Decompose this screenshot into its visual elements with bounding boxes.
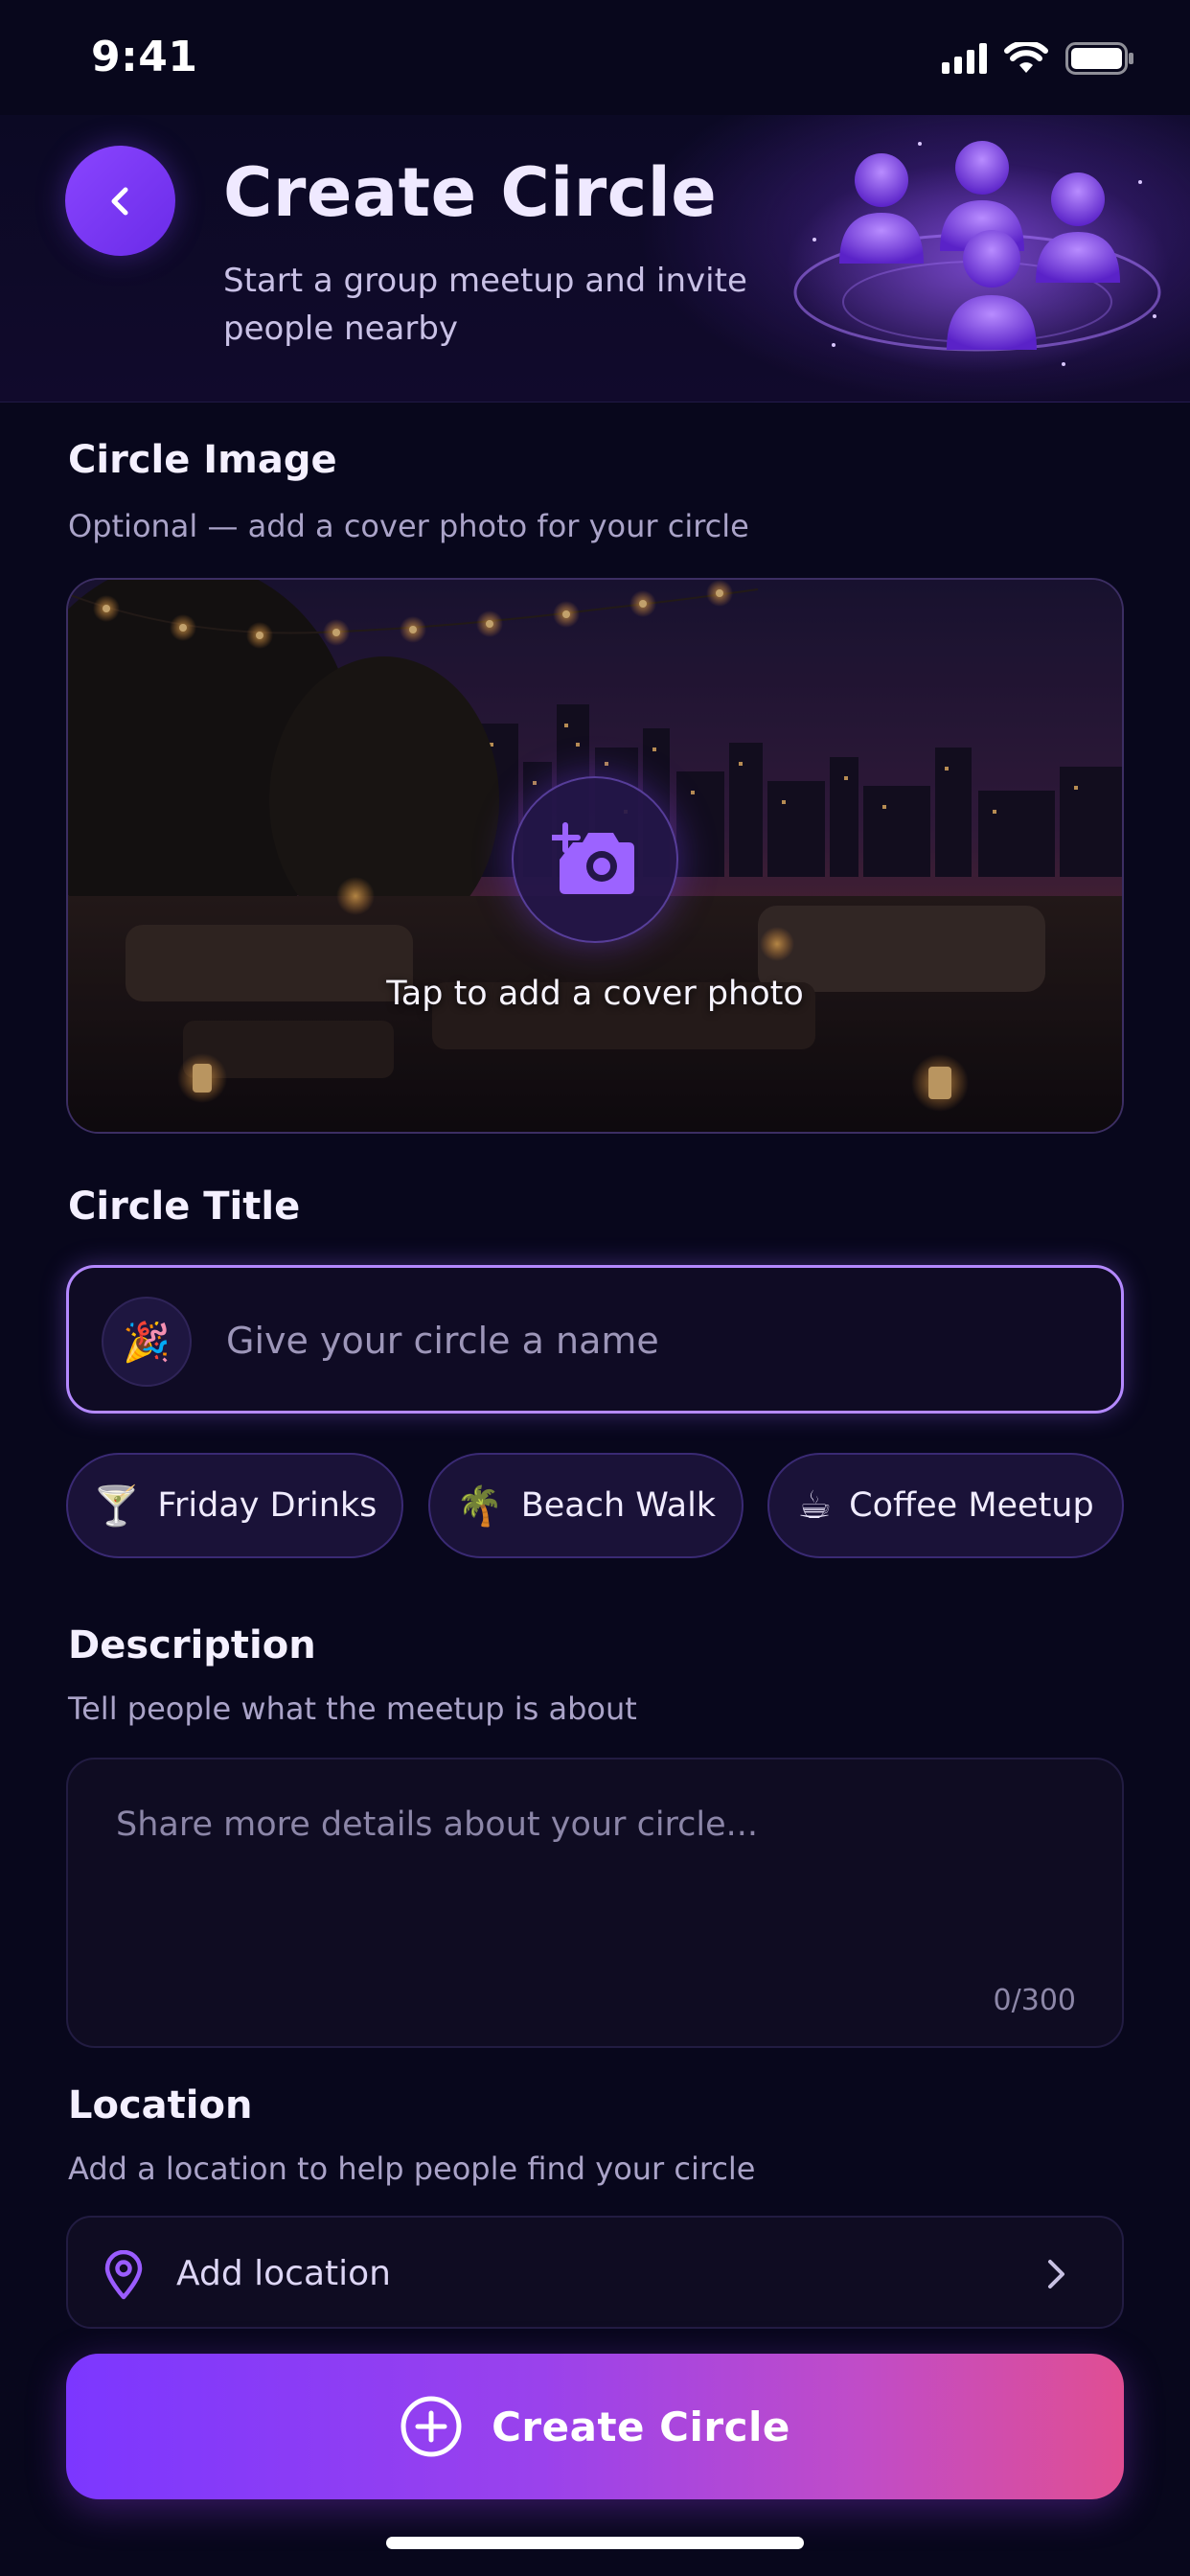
- add-location-row[interactable]: Add location: [66, 2216, 1124, 2329]
- description-textarea[interactable]: [116, 1806, 1084, 1978]
- cover-photo-picker[interactable]: Tap to add a cover photo: [66, 578, 1124, 1134]
- chip-label: Beach Walk: [520, 1486, 717, 1525]
- plus-circle-icon: [400, 2396, 462, 2457]
- description-heading: Description: [68, 1623, 316, 1668]
- location-heading: Location: [68, 2083, 253, 2128]
- battery-icon: [1065, 42, 1133, 75]
- chevron-left-icon: [111, 187, 127, 215]
- suggestion-chip-friday-drinks[interactable]: 🍸 Friday Drinks: [66, 1453, 403, 1558]
- add-location-label: Add location: [176, 2254, 391, 2293]
- cocktail-icon: 🍸: [92, 1484, 141, 1529]
- chip-label: Coffee Meetup: [849, 1486, 1094, 1525]
- create-circle-button-label: Create Circle: [492, 2403, 790, 2450]
- page-subtitle: Start a group meetup and invite people n…: [223, 262, 747, 348]
- wifi-icon: [1004, 42, 1048, 73]
- palm-tree-icon: 🌴: [455, 1484, 504, 1529]
- page-title: Create Circle: [223, 153, 718, 232]
- create-circle-button[interactable]: Create Circle: [66, 2354, 1124, 2499]
- camera-plus-icon: [552, 822, 634, 894]
- status-bar: 9:41: [0, 0, 1190, 115]
- character-counter: 0/300: [993, 1984, 1076, 2017]
- group-people-illustration: [786, 141, 1169, 374]
- coffee-icon: ☕: [797, 1484, 833, 1528]
- create-circle-screen: 9:41 Create Circle Start a group meetup …: [0, 0, 1190, 2576]
- status-time: 9:41: [91, 33, 198, 81]
- suggestion-chip-coffee-meetup[interactable]: ☕ Coffee Meetup: [767, 1453, 1124, 1558]
- description-field[interactable]: 0/300: [66, 1758, 1124, 2048]
- location-hint: Add a location to help people find your …: [68, 2150, 756, 2187]
- circle-image-hint: Optional — add a cover photo for your ci…: [68, 508, 749, 544]
- home-indicator[interactable]: [386, 2537, 804, 2549]
- description-hint: Tell people what the meetup is about: [68, 1690, 637, 1727]
- cellular-signal-icon: [942, 43, 987, 74]
- circle-title-heading: Circle Title: [68, 1184, 301, 1229]
- map-pin-icon: [104, 2250, 143, 2300]
- status-icons: [942, 42, 1134, 75]
- cover-photo-label: Tap to add a cover photo: [386, 975, 804, 1013]
- circle-image-heading: Circle Image: [68, 438, 337, 482]
- circle-title-input[interactable]: [226, 1304, 1069, 1376]
- party-popper-icon: 🎉: [102, 1297, 192, 1387]
- add-photo-button[interactable]: [512, 776, 678, 943]
- suggestion-chip-beach-walk[interactable]: 🌴 Beach Walk: [428, 1453, 744, 1558]
- chevron-right-icon: [1048, 2260, 1064, 2288]
- circle-title-field[interactable]: 🎉: [66, 1265, 1124, 1414]
- chip-label: Friday Drinks: [157, 1486, 378, 1525]
- back-button[interactable]: [65, 146, 175, 256]
- header: Create Circle Start a group meetup and i…: [0, 115, 1190, 402]
